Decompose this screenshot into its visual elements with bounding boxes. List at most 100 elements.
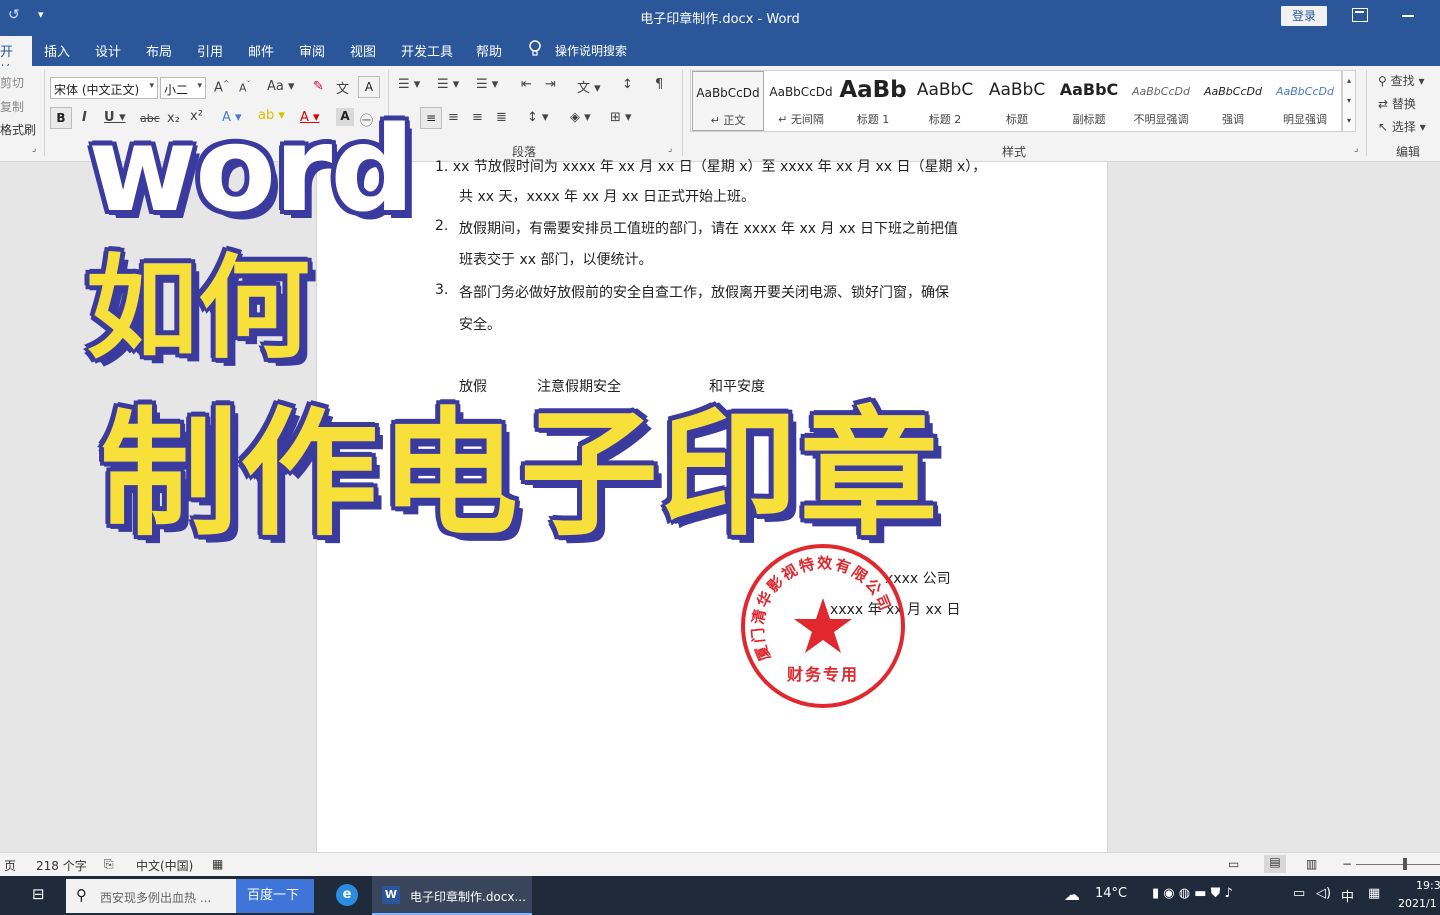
shading-icon[interactable]: ◈ ▾ bbox=[570, 110, 591, 125]
style-heading-1[interactable]: AaBb 标题 1 bbox=[837, 71, 909, 131]
electronic-stamp[interactable]: 厦门清华影视特效有限公司 财务专用 bbox=[737, 540, 909, 712]
style-name: 不明显强调 bbox=[1133, 113, 1189, 126]
read-mode-icon[interactable]: ▭ bbox=[1228, 857, 1239, 871]
align-right-icon[interactable]: ≡ bbox=[472, 110, 483, 125]
baidu-button[interactable]: 百度一下 bbox=[236, 879, 314, 913]
volume-icon[interactable]: ◁) bbox=[1316, 886, 1331, 901]
clock-time[interactable]: 19:3 bbox=[1416, 879, 1440, 892]
shrink-font-icon[interactable]: Aˇ bbox=[239, 80, 251, 95]
page-indicator[interactable]: 页 bbox=[4, 857, 16, 874]
bold-button[interactable]: B bbox=[50, 107, 72, 129]
lightbulb-icon bbox=[529, 40, 541, 56]
line-spacing-icon[interactable]: ↕ ▾ bbox=[527, 110, 549, 125]
borders-icon[interactable]: ⊞ ▾ bbox=[610, 110, 632, 125]
tab-references[interactable]: 引用 bbox=[197, 41, 223, 60]
style-no-spacing[interactable]: AaBbCcDd ↵ 无间隔 bbox=[765, 71, 837, 131]
style-sample: AaBbCcDd bbox=[769, 85, 833, 99]
network-icon[interactable]: ▭ bbox=[1293, 886, 1305, 901]
select-button[interactable]: ↖ 选择 ▾ bbox=[1378, 118, 1426, 135]
cut-button[interactable]: 剪切 bbox=[0, 74, 24, 91]
ime-indicator[interactable]: 中 bbox=[1341, 886, 1354, 905]
align-center-icon[interactable]: ≡ bbox=[448, 110, 459, 125]
zoom-thumb[interactable] bbox=[1403, 858, 1407, 870]
tab-help[interactable]: 帮助 bbox=[476, 41, 502, 60]
style-emphasis[interactable]: AaBbCcDd 强调 bbox=[1197, 71, 1269, 131]
style-name: 强调 bbox=[1222, 113, 1244, 126]
grow-font-icon[interactable]: A^ bbox=[214, 79, 230, 95]
taskbar-word-app[interactable]: W 电子印章制作.docx... bbox=[372, 876, 532, 915]
overlay-title-how: 如何 bbox=[86, 244, 310, 374]
show-marks-icon[interactable]: ¶ bbox=[655, 77, 663, 92]
decrease-indent-icon[interactable]: ⇤ bbox=[521, 77, 532, 92]
phonetic-guide-icon[interactable]: 文 bbox=[336, 78, 349, 97]
zoom-out-icon[interactable]: − bbox=[1342, 857, 1352, 871]
justify-icon[interactable]: ≣ bbox=[496, 110, 507, 125]
language-indicator[interactable]: 中文(中国) bbox=[136, 857, 193, 874]
font-size-combo[interactable]: 小二 ▾ bbox=[160, 77, 206, 99]
style-sample: AaBbCcDd bbox=[1276, 85, 1334, 98]
format-painter-button[interactable]: 格式刷 bbox=[0, 121, 36, 138]
tray-icons[interactable]: ▮ ◉ ◍ ▬ ⛊ ♪ bbox=[1152, 886, 1233, 901]
font-name-combo[interactable]: 宋体 (中文正文) ▾ bbox=[50, 77, 158, 99]
cursor-icon: ↖ bbox=[1378, 120, 1389, 134]
word-count[interactable]: 218 个字 bbox=[36, 857, 87, 874]
align-left-button[interactable]: ≡ bbox=[420, 107, 442, 129]
text-direction-icon[interactable]: 文 ▾ bbox=[577, 77, 601, 96]
list-number: 2. bbox=[435, 218, 449, 234]
search-icon: ⚲ bbox=[76, 886, 87, 904]
task-view-icon[interactable]: ⊟ bbox=[32, 885, 45, 903]
ime-mode-icon[interactable]: ▦ bbox=[1368, 886, 1380, 901]
tab-layout[interactable]: 布局 bbox=[146, 41, 172, 60]
style-name: ↵ 正文 bbox=[710, 114, 746, 127]
paragraph-launcher-icon[interactable]: ⌟ bbox=[668, 144, 672, 154]
proofing-icon[interactable]: ⎘ bbox=[104, 857, 114, 872]
numbering-icon[interactable]: ☰ ▾ bbox=[437, 77, 459, 92]
clock-date[interactable]: 2021/1 bbox=[1398, 897, 1437, 910]
tab-mailings[interactable]: 邮件 bbox=[248, 41, 274, 60]
taskbar: ⊟ ⚲ 西安现多例出血热 ... 百度一下 e W 电子印章制作.docx...… bbox=[0, 876, 1440, 915]
print-layout-icon[interactable]: ▤ bbox=[1264, 855, 1286, 873]
increase-indent-icon[interactable]: ⇥ bbox=[545, 77, 556, 92]
tell-me-search[interactable]: 操作说明搜索 bbox=[555, 42, 627, 59]
tab-home[interactable]: 开始 bbox=[0, 36, 32, 79]
char-border-icon[interactable]: A bbox=[358, 76, 380, 98]
change-case-button[interactable]: Aa ▾ bbox=[267, 79, 295, 94]
minimize-icon[interactable] bbox=[1402, 15, 1414, 17]
style-sample: AaBbCcDd bbox=[696, 86, 760, 100]
zoom-slider[interactable] bbox=[1356, 864, 1440, 865]
copy-button[interactable]: 复制 bbox=[0, 98, 24, 115]
bullets-icon[interactable]: ☰ ▾ bbox=[398, 77, 420, 92]
replace-button[interactable]: ⇄ 替换 bbox=[1378, 95, 1416, 112]
browser-icon[interactable]: e bbox=[336, 884, 358, 906]
chevron-down-icon: ▾ bbox=[149, 81, 154, 91]
taskbar-search[interactable]: ⚲ 西安现多例出血热 ... bbox=[66, 879, 236, 913]
tab-design[interactable]: 设计 bbox=[95, 41, 121, 60]
style-heading-2[interactable]: AaBbC 标题 2 bbox=[909, 71, 981, 131]
clipboard-launcher-icon[interactable]: ⌟ bbox=[32, 144, 36, 154]
list-number: 3. bbox=[435, 282, 449, 298]
gallery-scroll[interactable]: ▴ ▾ ▾ bbox=[1342, 70, 1356, 132]
style-subtle-emphasis[interactable]: AaBbCcDd 不明显强调 bbox=[1125, 71, 1197, 131]
overlay-title-make-stamp: 制作电子印章 bbox=[100, 394, 941, 555]
italic-button[interactable]: I bbox=[82, 110, 87, 125]
login-button[interactable]: 登录 bbox=[1281, 6, 1327, 26]
weather-temp[interactable]: 14°C bbox=[1095, 886, 1127, 901]
web-layout-icon[interactable]: ▥ bbox=[1306, 857, 1317, 871]
styles-launcher-icon[interactable]: ⌟ bbox=[1354, 144, 1358, 154]
find-button[interactable]: ⚲ 查找 ▾ bbox=[1378, 72, 1424, 89]
tab-developer[interactable]: 开发工具 bbox=[401, 41, 453, 60]
search-text: 西安现多例出血热 ... bbox=[100, 891, 212, 905]
tab-review[interactable]: 审阅 bbox=[299, 41, 325, 60]
style-title[interactable]: AaBbC 标题 bbox=[981, 71, 1053, 131]
weather-icon[interactable]: ☁ bbox=[1064, 885, 1080, 904]
multilevel-list-icon[interactable]: ☰ ▾ bbox=[476, 77, 498, 92]
sort-icon[interactable]: ↕ bbox=[622, 77, 633, 92]
tab-view[interactable]: 视图 bbox=[350, 41, 376, 60]
clear-formatting-icon[interactable]: ✎ bbox=[313, 79, 324, 94]
accessibility-icon[interactable]: ▦ bbox=[212, 857, 223, 871]
tab-insert[interactable]: 插入 bbox=[44, 41, 70, 60]
style-normal[interactable]: AaBbCcDd ↵ 正文 bbox=[692, 71, 764, 131]
style-intense-emphasis[interactable]: AaBbCcDd 明显强调 bbox=[1269, 71, 1341, 131]
style-subtitle[interactable]: AaBbC 副标题 bbox=[1053, 71, 1125, 131]
ribbon-display-options-icon[interactable] bbox=[1352, 8, 1368, 22]
